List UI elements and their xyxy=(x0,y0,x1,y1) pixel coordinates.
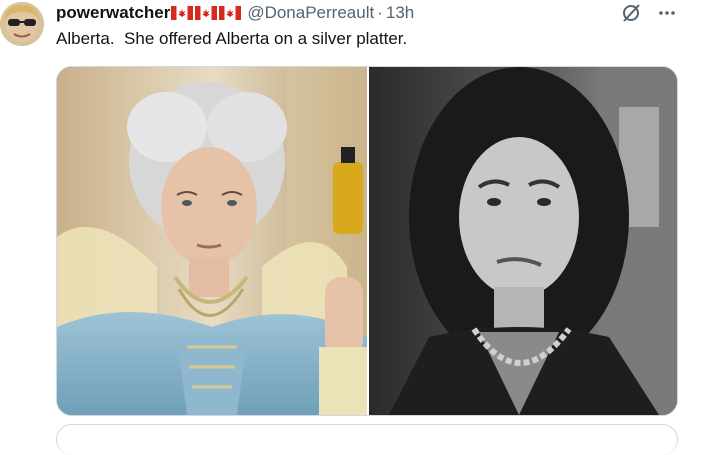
user-handle[interactable]: @DonaPerreault xyxy=(247,3,374,23)
flags xyxy=(171,6,243,20)
display-name[interactable]: powerwatcher xyxy=(56,3,170,23)
timestamp[interactable]: 13h xyxy=(386,3,414,23)
top-actions xyxy=(620,2,678,24)
separator-dot: · xyxy=(377,3,383,22)
avatar[interactable] xyxy=(0,2,44,46)
media-container[interactable] xyxy=(56,66,678,416)
quoted-post-card[interactable] xyxy=(56,424,678,455)
tweet-text: Alberta. She offered Alberta on a silver… xyxy=(56,29,408,48)
grok-icon[interactable] xyxy=(620,2,642,24)
canada-flag-icon xyxy=(171,6,194,20)
canada-flag-icon xyxy=(219,6,242,20)
avatar-image xyxy=(0,2,44,46)
more-icon[interactable] xyxy=(656,2,678,24)
canada-flag-icon xyxy=(195,6,218,20)
tweet-header: powerwatcher @DonaPerreault · 13h xyxy=(56,2,414,24)
woman-grayscale-photo[interactable] xyxy=(369,67,677,415)
rococo-queen-photo[interactable] xyxy=(57,67,367,415)
